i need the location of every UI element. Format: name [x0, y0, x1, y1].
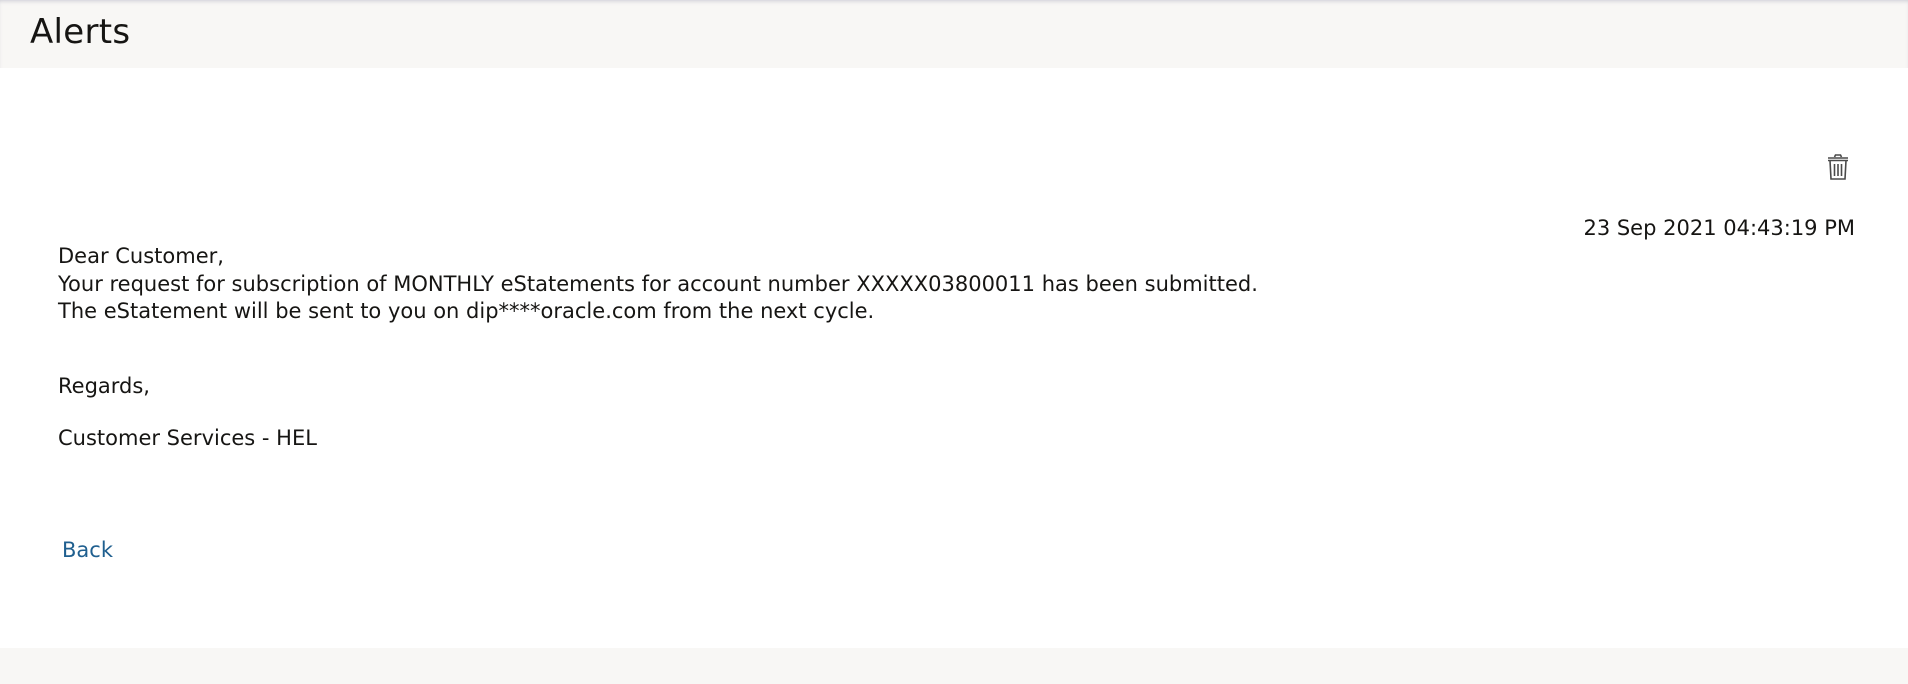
page-header: Alerts — [0, 0, 1908, 68]
delete-alert-button[interactable] — [1825, 153, 1851, 181]
message-regards: Regards, — [58, 374, 150, 398]
trash-icon — [1828, 154, 1848, 180]
back-button[interactable]: Back — [62, 538, 113, 562]
page-title: Alerts — [30, 12, 131, 52]
page-footer-band — [0, 648, 1908, 684]
message-signature: Customer Services - HEL — [58, 426, 317, 450]
alerts-page: Alerts 23 Sep 2021 04:43:19 PM Dear Cust… — [0, 0, 1908, 684]
message-line: Your request for subscription of MONTHLY… — [58, 271, 1258, 296]
message-greeting: Dear Customer, — [58, 244, 224, 268]
alert-timestamp: 23 Sep 2021 04:43:19 PM — [1583, 216, 1855, 240]
alert-message: Dear Customer, Your request for subscrip… — [58, 243, 1258, 326]
alert-detail-panel — [0, 68, 1908, 648]
message-line: The eStatement will be sent to you on di… — [58, 299, 875, 323]
